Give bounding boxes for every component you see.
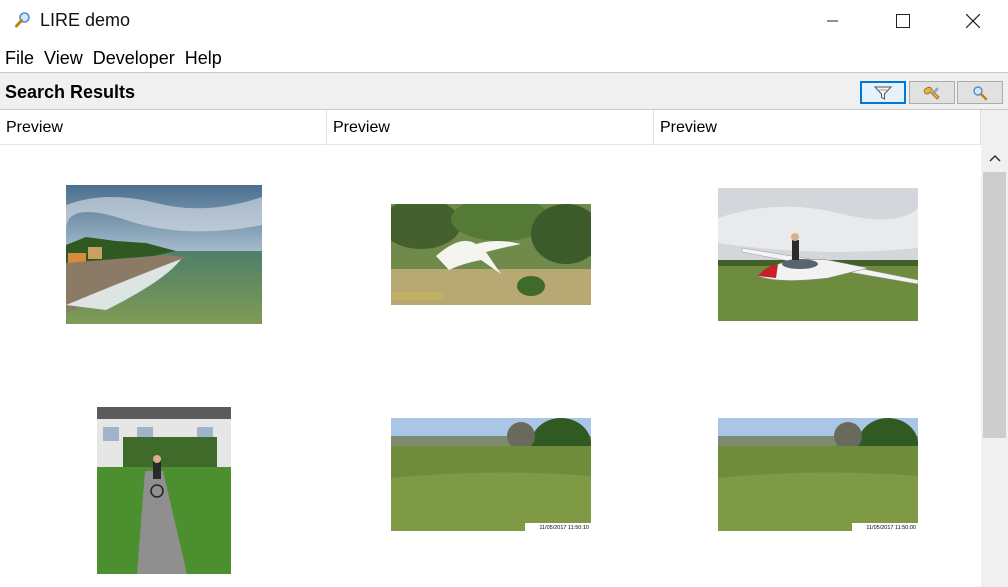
result-thumbnail[interactable]: 11/05/2017 11:50:10 [391,418,591,531]
filter-button[interactable] [860,81,906,104]
magnifier-icon [973,85,988,100]
swan-in-flight-photo [391,204,591,305]
menu-bar: File View Developer Help [0,46,227,72]
result-thumbnail[interactable] [97,375,231,574]
column-header-preview[interactable]: Preview [654,110,981,145]
close-icon [966,14,980,28]
filter-funnel-icon [873,86,893,100]
column-header-preview[interactable]: Preview [0,110,327,145]
table-header: Preview Preview Preview [0,110,981,145]
result-thumbnail[interactable] [66,185,262,324]
meadow-trees-photo: 11/05/2017 11:50:10 [391,418,591,531]
search-button[interactable] [957,81,1003,104]
maximize-icon [896,14,910,28]
menu-developer[interactable]: Developer [88,46,180,72]
result-thumbnail[interactable]: 11/05/2017 11:50:00 [718,418,918,531]
maximize-button[interactable] [880,0,926,42]
tools-button[interactable] [909,81,955,104]
coast-sea-photo [66,185,262,324]
title-bar: LIRE demo [0,0,1008,42]
meadow-trees-photo: 11/05/2017 11:50:00 [718,418,918,531]
results-toolbar: Search Results [0,72,1008,110]
scroll-up-button[interactable] [981,145,1008,171]
scroll-thumb[interactable] [983,172,1006,438]
column-header-preview[interactable]: Preview [327,110,654,145]
section-title: Search Results [5,82,136,102]
result-thumbnail[interactable] [391,204,591,305]
minimize-button[interactable] [810,0,856,42]
result-thumbnail[interactable] [718,188,918,321]
menu-view[interactable]: View [39,46,88,72]
magnifier-icon [14,11,32,29]
close-button[interactable] [950,0,996,42]
minimize-icon [827,20,838,22]
menu-file[interactable]: File [0,46,39,72]
vertical-scrollbar[interactable] [981,145,1008,587]
menu-help[interactable]: Help [180,46,227,72]
photo-timestamp: 11/05/2017 11:50:00 [866,525,916,531]
glider-on-field-photo [718,188,918,321]
chevron-up-icon [988,154,1001,162]
header-corner [981,110,1008,145]
wrench-icon [923,86,940,100]
houses-cyclist-photo [97,375,231,574]
window-title: LIRE demo [40,10,131,30]
photo-timestamp: 11/05/2017 11:50:10 [539,525,589,531]
